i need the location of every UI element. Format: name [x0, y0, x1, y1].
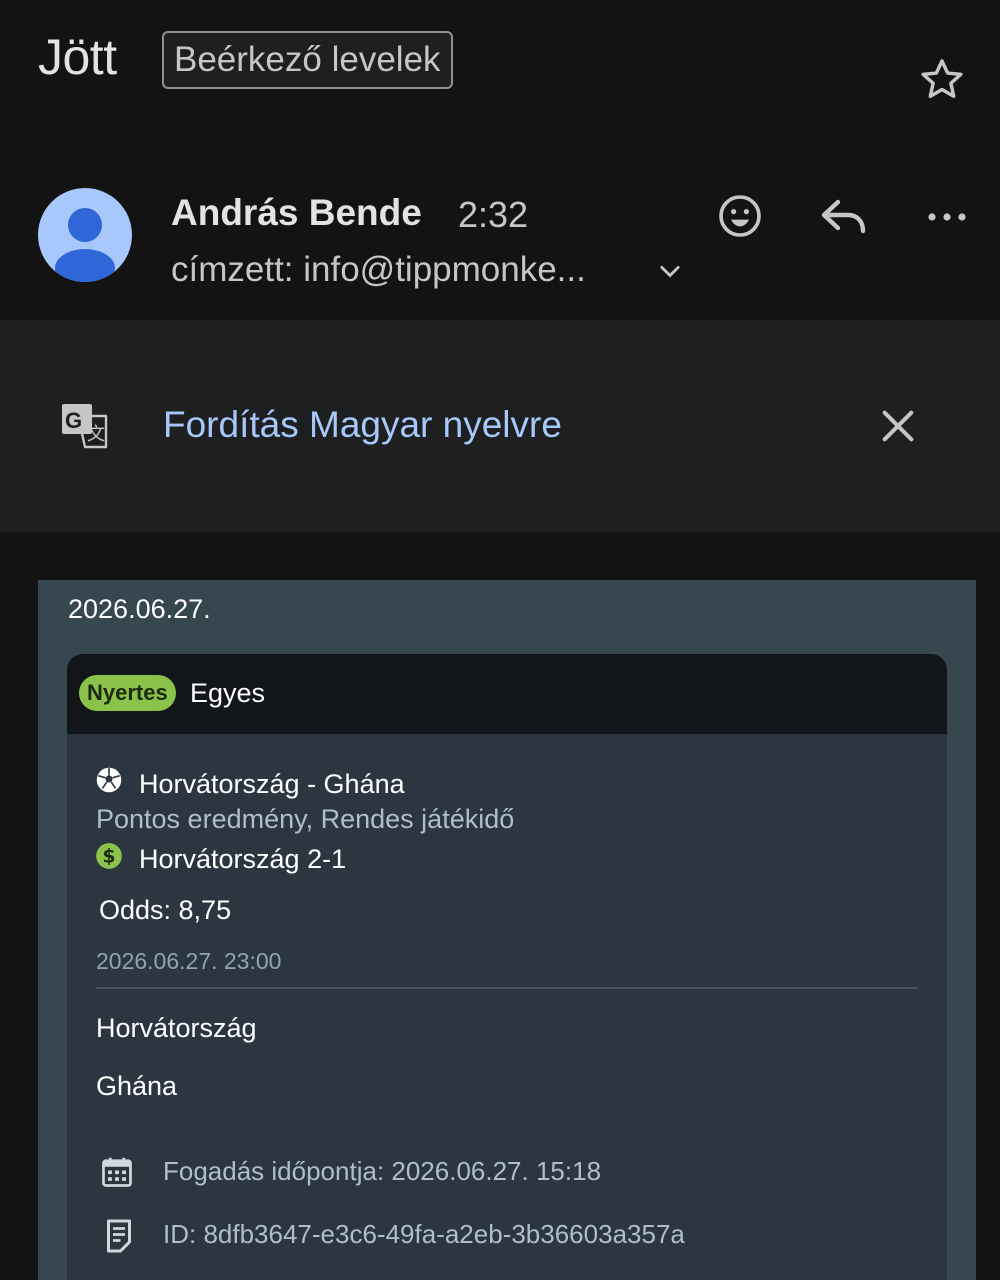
- email-view: Jött Beérkező levelek András Bende 2:32 …: [0, 0, 1000, 1280]
- svg-text:G: G: [65, 408, 82, 433]
- close-icon[interactable]: [878, 406, 918, 446]
- email-body: 2026.06.27. Nyertes Egyes Horvátország -…: [38, 580, 976, 1280]
- home-team: Horvátország: [96, 1013, 257, 1043]
- divider: [96, 987, 918, 989]
- svg-text:$: $: [103, 846, 116, 867]
- sender-name[interactable]: András Bende: [171, 192, 422, 234]
- bet-card-header: Nyertes Egyes: [67, 654, 947, 734]
- bet-selection: Horvátország 2-1: [139, 844, 347, 874]
- sender-row: András Bende 2:32 címzett: info@tippmonk…: [0, 150, 1000, 320]
- bet-market: Pontos eredmény, Rendes játékidő: [96, 804, 515, 834]
- away-team: Ghána: [96, 1071, 178, 1101]
- sent-time: 2:32: [458, 194, 529, 235]
- bet-odds: Odds: 8,75: [99, 895, 232, 925]
- translate-icon: G 文: [62, 404, 108, 449]
- match-title: Horvátország - Ghána: [139, 769, 405, 799]
- reply-icon[interactable]: [818, 192, 870, 240]
- translate-banner: G 文 Fordítás Magyar nyelvre: [0, 320, 1000, 532]
- svg-text:文: 文: [87, 424, 105, 445]
- more-icon[interactable]: [922, 202, 972, 232]
- person-icon: [55, 208, 115, 282]
- calendar-icon: [102, 1157, 132, 1187]
- document-icon: [107, 1219, 131, 1253]
- email-date: 2026.06.27.: [68, 594, 211, 624]
- bet-placed-time: Fogadás időpontja: 2026.06.27. 15:18: [163, 1156, 602, 1186]
- email-subject: Jött: [38, 29, 117, 85]
- dollar-icon: $: [96, 843, 122, 869]
- translate-link[interactable]: Fordítás Magyar nyelvre: [163, 404, 562, 446]
- avatar[interactable]: [38, 188, 132, 282]
- match-time: 2026.06.27. 23:00: [96, 948, 282, 974]
- emoji-icon[interactable]: [716, 192, 764, 240]
- recipient-line[interactable]: címzett: info@tippmonke...: [171, 250, 586, 290]
- status-badge: Nyertes: [79, 675, 176, 711]
- bet-id: ID: 8dfb3647-e3c6-49fa-a2eb-3b36603a357a: [163, 1219, 685, 1249]
- star-icon[interactable]: [916, 54, 968, 106]
- bet-type: Egyes: [190, 678, 266, 708]
- inbox-label-chip[interactable]: Beérkező levelek: [162, 31, 453, 89]
- chevron-down-icon[interactable]: [656, 258, 684, 286]
- bet-card: Nyertes Egyes Horvátország - Ghána Ponto…: [67, 654, 947, 1280]
- soccer-ball-icon: [96, 767, 122, 793]
- subject-header: Jött Beérkező levelek: [0, 0, 1000, 150]
